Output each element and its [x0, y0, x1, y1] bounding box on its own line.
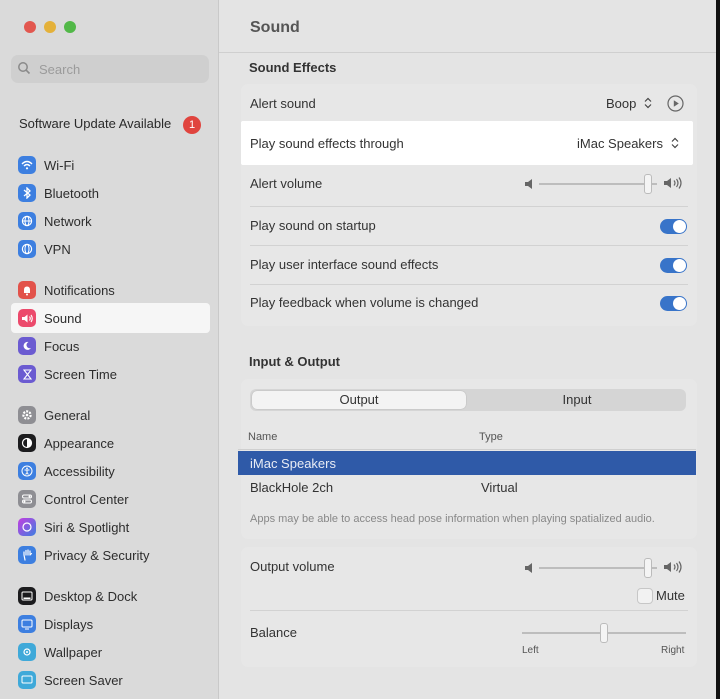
sidebar-item-network[interactable]: Network: [11, 208, 210, 234]
play-through-popup[interactable]: iMac Speakers: [577, 136, 679, 152]
search-input[interactable]: Search: [11, 55, 209, 83]
alert-volume-slider[interactable]: [539, 183, 657, 185]
sidebar-item-focus[interactable]: Focus: [11, 333, 210, 359]
settings-window: Search Software Update Available 1 Wi-Fi…: [0, 0, 720, 699]
wallpaper-icon: [18, 643, 36, 661]
sidebar-item-accessibility[interactable]: Accessibility: [11, 458, 210, 484]
sidebar-item-wallpaper[interactable]: Wallpaper: [11, 639, 210, 665]
dock-icon: [18, 587, 36, 605]
sidebar-item-privacy[interactable]: Privacy & Security: [11, 542, 210, 568]
hand-icon: [18, 546, 36, 564]
bell-icon: [18, 281, 36, 299]
spatial-audio-note: Apps may be able to access head pose inf…: [250, 513, 655, 525]
close-window-button[interactable]: [24, 21, 36, 33]
balance-knob[interactable]: [600, 623, 608, 643]
screensaver-icon: [18, 671, 36, 689]
sidebar: Search Software Update Available 1 Wi-Fi…: [0, 0, 219, 699]
software-update-item[interactable]: Software Update Available 1: [19, 116, 209, 136]
volume-low-icon: [524, 561, 534, 579]
window-shadow-edge: [716, 0, 720, 699]
row-divider: [250, 284, 688, 285]
startup-sound-label: Play sound on startup: [250, 218, 376, 233]
main-pane: Sound Sound Effects Alert sound Boop Pla…: [219, 0, 720, 699]
play-alert-button[interactable]: [667, 95, 684, 117]
sidebar-item-bluetooth[interactable]: Bluetooth: [11, 180, 210, 206]
mute-label: Mute: [656, 588, 685, 603]
volume-high-icon: [663, 176, 685, 195]
row-divider: [250, 610, 688, 611]
speaker-icon: [18, 309, 36, 327]
tab-input[interactable]: Input: [470, 391, 684, 409]
sidebar-item-notifications[interactable]: Notifications: [11, 277, 210, 303]
column-header-name[interactable]: Name: [248, 431, 277, 443]
sidebar-item-displays[interactable]: Displays: [11, 611, 210, 637]
volume-low-icon: [524, 177, 534, 195]
tab-output[interactable]: Output: [252, 391, 466, 409]
search-placeholder: Search: [39, 62, 81, 77]
balance-left-label: Left: [522, 645, 539, 656]
output-input-tabs: Output Input: [250, 389, 686, 411]
volume-high-icon: [663, 560, 685, 579]
hourglass-icon: [18, 365, 36, 383]
balance-label: Balance: [250, 625, 297, 640]
network-icon: [18, 212, 36, 230]
software-update-label: Software Update Available: [19, 116, 172, 131]
page-title: Sound: [250, 19, 300, 36]
alert-sound-popup[interactable]: Boop: [606, 96, 652, 112]
sidebar-item-siri[interactable]: Siri & Spotlight: [11, 514, 210, 540]
startup-sound-toggle[interactable]: [660, 219, 687, 234]
vpn-icon: [18, 240, 36, 258]
table-row[interactable]: BlackHole 2ch Virtual: [238, 475, 696, 499]
sidebar-item-control-center[interactable]: Control Center: [11, 486, 210, 512]
sidebar-item-vpn[interactable]: VPN: [11, 236, 210, 262]
column-header-type[interactable]: Type: [479, 431, 503, 443]
table-header-divider: [238, 449, 696, 450]
header-divider: [219, 52, 720, 53]
appearance-icon: [18, 434, 36, 452]
sidebar-item-appearance[interactable]: Appearance: [11, 430, 210, 456]
updown-chevron-icon: [644, 97, 652, 112]
update-badge: 1: [183, 116, 201, 134]
sidebar-item-general[interactable]: General: [11, 402, 210, 428]
sound-effects-title: Sound Effects: [249, 60, 337, 75]
alert-volume-knob[interactable]: [643, 174, 652, 194]
minimize-window-button[interactable]: [44, 21, 56, 33]
search-icon: [17, 61, 31, 80]
sidebar-item-desktop-dock[interactable]: Desktop & Dock: [11, 583, 210, 609]
bluetooth-icon: [18, 184, 36, 202]
sidebar-item-sound[interactable]: Sound: [11, 303, 210, 333]
accessibility-icon: [18, 462, 36, 480]
input-output-title: Input & Output: [249, 354, 340, 369]
balance-right-label: Right: [661, 645, 685, 656]
sidebar-item-wifi[interactable]: Wi-Fi: [11, 152, 210, 178]
ui-effects-toggle[interactable]: [660, 258, 687, 273]
siri-icon: [18, 518, 36, 536]
ui-effects-label: Play user interface sound effects: [250, 257, 439, 272]
display-icon: [18, 615, 36, 633]
alert-volume-label: Alert volume: [250, 176, 323, 191]
mute-checkbox[interactable]: [637, 588, 653, 604]
updown-chevron-icon: [671, 137, 679, 152]
feedback-toggle[interactable]: [660, 296, 687, 311]
output-volume-knob[interactable]: [643, 558, 652, 578]
play-through-label: Play sound effects through: [250, 136, 404, 151]
control-center-icon: [18, 490, 36, 508]
sidebar-item-screen-time[interactable]: Screen Time: [11, 361, 210, 387]
row-divider: [250, 245, 688, 246]
table-row[interactable]: iMac Speakers: [238, 451, 696, 475]
output-volume-label: Output volume: [250, 559, 335, 574]
wifi-icon: [18, 156, 36, 174]
alert-sound-label: Alert sound: [250, 96, 316, 111]
moon-icon: [18, 337, 36, 355]
sidebar-item-screen-saver[interactable]: Screen Saver: [11, 667, 210, 693]
output-volume-slider[interactable]: [539, 567, 657, 569]
zoom-window-button[interactable]: [64, 21, 76, 33]
row-divider: [250, 206, 688, 207]
gear-icon: [18, 406, 36, 424]
feedback-label: Play feedback when volume is changed: [250, 295, 479, 310]
